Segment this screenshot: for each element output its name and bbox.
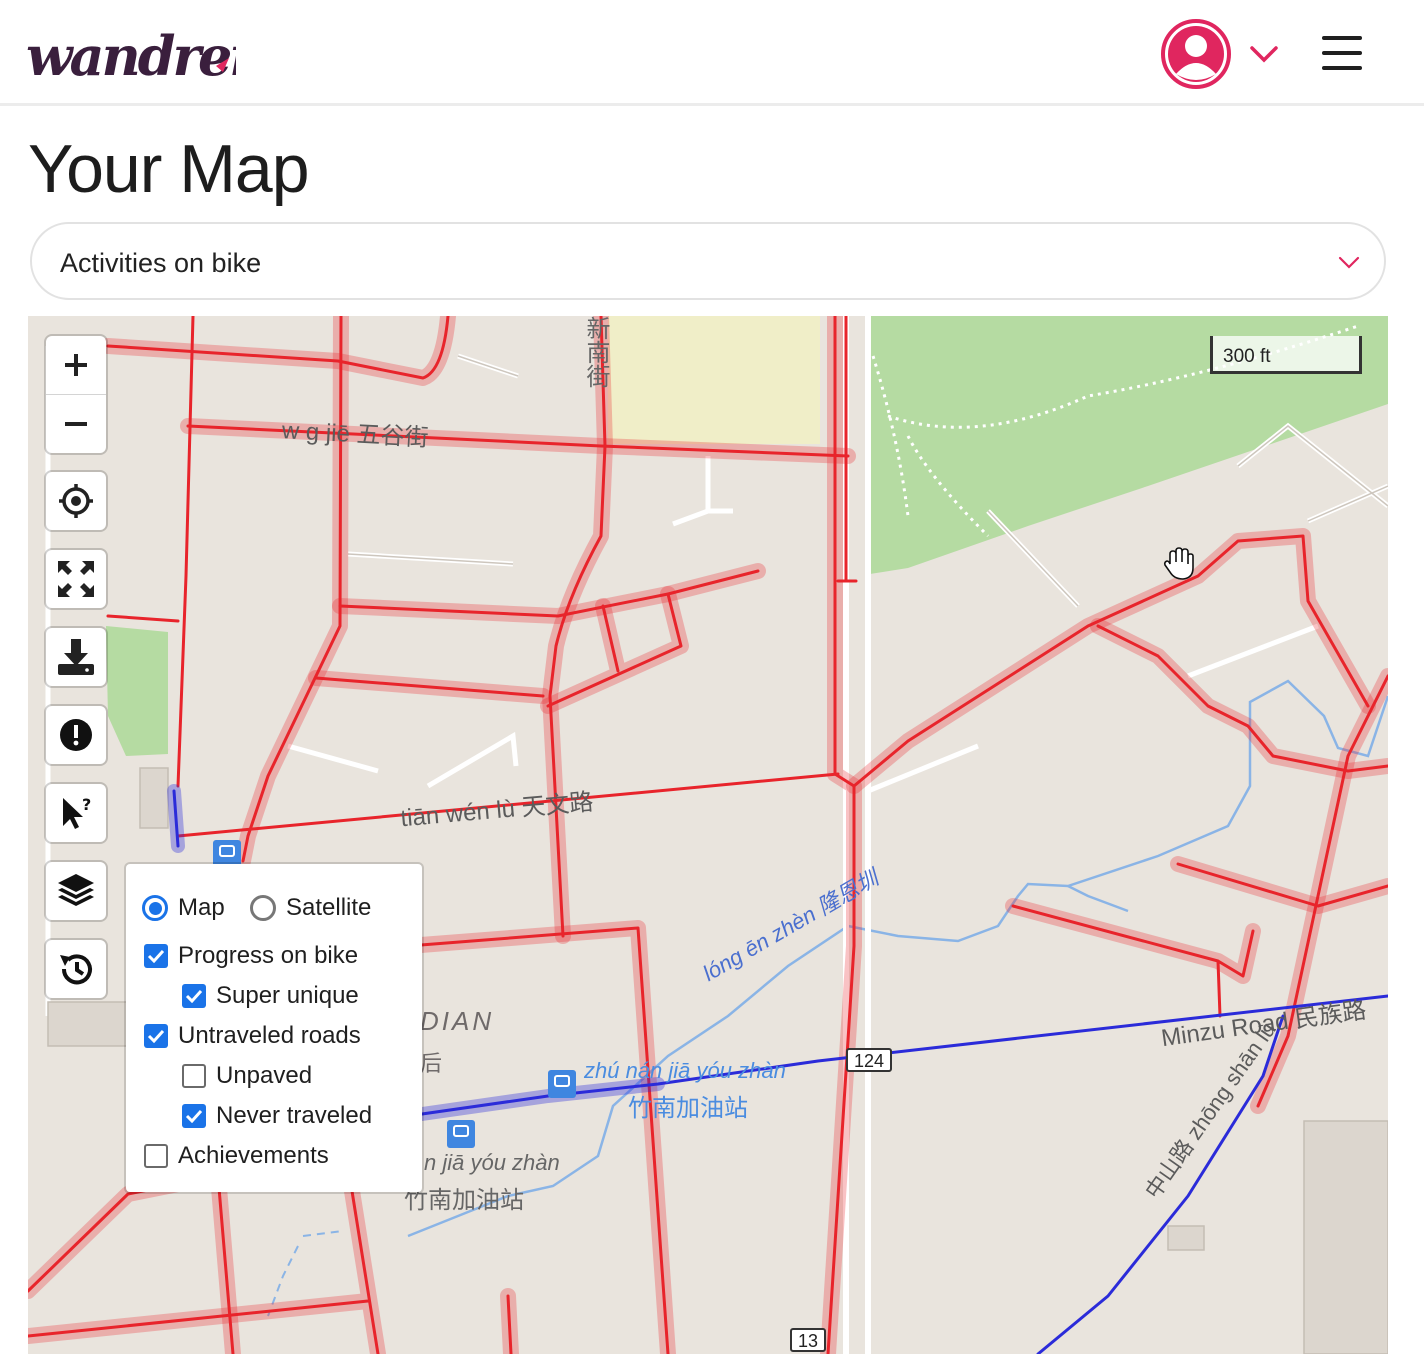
chevron-down-icon <box>1250 46 1278 63</box>
checkbox-checked[interactable] <box>144 944 168 968</box>
overlay-untraveled-checkbox[interactable]: Untraveled roads <box>144 1022 361 1050</box>
activity-type-select[interactable]: Activities on bike <box>30 222 1386 300</box>
wandrer-logo[interactable]: wandrer <box>26 20 264 90</box>
map-canvas[interactable]: 新南街 w g jiē 五谷街 tiān wén lù 天文路 lóng ēn … <box>28 316 1388 1354</box>
svg-text:wandrer: wandrer <box>26 24 236 88</box>
user-circle-icon <box>1161 19 1231 89</box>
svg-text:?: ? <box>82 795 91 814</box>
checkbox-unchecked[interactable] <box>144 1144 168 1168</box>
radio-unselected[interactable] <box>250 895 276 921</box>
main-menu-button[interactable] <box>1322 34 1364 72</box>
download-button[interactable] <box>46 628 106 686</box>
report-control <box>46 706 106 764</box>
activity-select-value: Activities on bike <box>60 248 262 278</box>
layers-control <box>46 862 106 920</box>
checkbox-checked[interactable] <box>182 984 206 1008</box>
poi-label: 竹南加油站 <box>404 1187 524 1214</box>
fullscreen-button[interactable] <box>46 550 106 608</box>
locate-control <box>46 472 106 530</box>
zoom-in-button[interactable] <box>46 336 106 394</box>
download-control <box>46 628 106 686</box>
overlay-super-unique-checkbox[interactable]: Super unique <box>182 982 359 1010</box>
base-satellite-radio[interactable]: Satellite <box>250 894 371 922</box>
layers-button[interactable] <box>46 862 106 920</box>
bus-stop-icon[interactable] <box>447 1120 475 1148</box>
select-help-control: ? <box>46 784 106 842</box>
plus-icon <box>65 354 87 376</box>
district-label: 后 <box>420 1051 443 1076</box>
page-title: Your Map <box>28 131 310 207</box>
chevron-down-icon <box>1338 256 1360 269</box>
minus-icon <box>65 422 87 426</box>
route-shield-124: 124 <box>846 1048 893 1072</box>
poi-label: n jiā yóu zhàn <box>424 1150 560 1175</box>
bus-stop-icon[interactable] <box>548 1070 576 1098</box>
hamburger-icon <box>1322 36 1362 40</box>
alert-icon <box>60 719 92 751</box>
top-navbar: wandrer <box>0 0 1424 106</box>
district-label: DIAN <box>420 1006 495 1036</box>
user-avatar-button[interactable] <box>1160 18 1232 90</box>
history-control <box>46 940 106 998</box>
zoom-control <box>46 336 106 453</box>
street-label: 新南街 <box>582 316 609 388</box>
select-help-button[interactable]: ? <box>46 784 106 842</box>
hand-cursor-icon <box>1162 546 1198 587</box>
park-area <box>106 626 168 756</box>
user-menu-chevron[interactable] <box>1246 40 1282 68</box>
history-button[interactable] <box>46 940 106 998</box>
overlay-unpaved-checkbox[interactable]: Unpaved <box>182 1062 312 1090</box>
checkbox-unchecked[interactable] <box>182 1064 206 1088</box>
layers-icon <box>58 874 94 906</box>
route-shield-13: 13 <box>790 1328 827 1352</box>
map-scale-bar: 300 ft <box>1210 336 1362 374</box>
map-tiles[interactable] <box>28 316 1388 1354</box>
history-icon <box>60 954 92 985</box>
report-issue-button[interactable] <box>46 706 106 764</box>
radio-selected[interactable] <box>142 895 168 921</box>
overlay-progress-checkbox[interactable]: Progress on bike <box>144 942 358 970</box>
poi-label: 竹南加油站 <box>628 1095 748 1122</box>
checkbox-checked[interactable] <box>144 1024 168 1048</box>
checkbox-checked[interactable] <box>182 1104 206 1128</box>
poi-label: zhú nán jiā yóu zhàn <box>584 1058 786 1083</box>
download-icon <box>58 639 94 675</box>
landuse-area <box>608 316 820 444</box>
zoom-out-button[interactable] <box>46 395 106 453</box>
locate-button[interactable] <box>46 472 106 530</box>
fullscreen-control <box>46 550 106 608</box>
base-map-radio[interactable]: Map <box>142 894 225 922</box>
crosshair-icon <box>59 484 93 518</box>
cursor-question-icon: ? <box>63 795 91 829</box>
overlay-never-traveled-checkbox[interactable]: Never traveled <box>182 1102 372 1130</box>
layers-panel: Map Satellite Progress on bike Super uni… <box>126 864 422 1192</box>
overlay-achievements-checkbox[interactable]: Achievements <box>144 1142 329 1170</box>
expand-icon <box>58 561 94 597</box>
